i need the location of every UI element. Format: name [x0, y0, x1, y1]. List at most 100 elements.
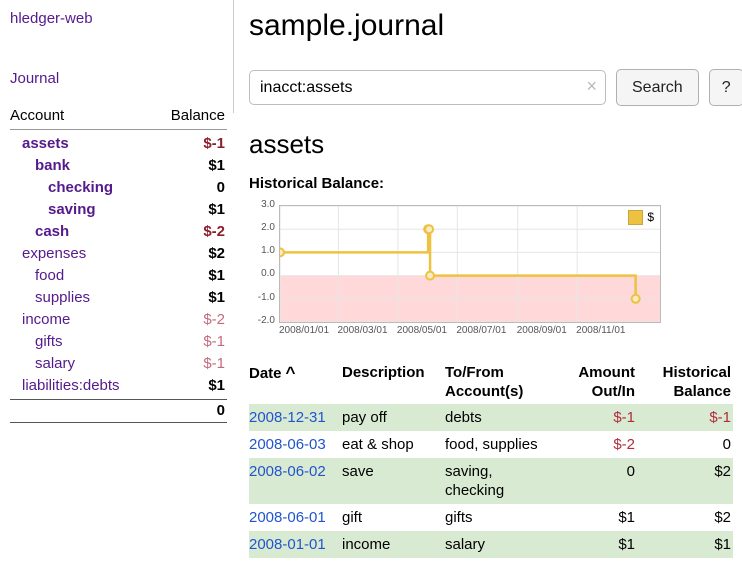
help-button[interactable]: ?: [709, 69, 742, 106]
chart-title: Historical Balance:: [249, 175, 742, 192]
x-axis-tick-label: 2008/07/01: [456, 325, 506, 336]
transaction-accounts: debts: [445, 408, 551, 427]
amount-column-header: Amount Out/In: [551, 363, 637, 401]
transaction-description: save: [342, 462, 445, 500]
account-row: income $-2: [10, 309, 227, 331]
account-link[interactable]: food: [10, 265, 64, 287]
search-box: ×: [249, 70, 606, 105]
x-axis-tick-label: 2008/09/01: [517, 325, 567, 336]
accounts-total-row: 0: [10, 399, 227, 423]
y-axis-tick-label: 3.0: [249, 200, 275, 210]
accounts-total-value: 0: [217, 400, 225, 422]
x-axis-tick-label: 2008/05/01: [397, 325, 447, 336]
account-balance: $-1: [203, 133, 227, 155]
description-column-header: Description: [342, 363, 445, 401]
account-balance: $1: [208, 375, 227, 397]
account-row: salary $-1: [10, 353, 227, 375]
transaction-date-link[interactable]: 2008-06-01: [249, 508, 342, 527]
transaction-accounts: food, supplies: [445, 435, 551, 454]
account-link[interactable]: liabilities:debts: [10, 375, 120, 397]
accounts-column-header: To/From Account(s): [445, 363, 551, 401]
account-link[interactable]: assets: [10, 133, 69, 155]
transaction-balance: $-1: [637, 408, 733, 427]
search-bar: × Search ?: [249, 69, 742, 106]
transaction-accounts: gifts: [445, 508, 551, 527]
transaction-description: gift: [342, 508, 445, 527]
account-balance: 0: [217, 177, 227, 199]
transaction-amount: 0: [551, 462, 637, 500]
y-axis-tick-label: 1.0: [249, 246, 275, 256]
account-row: assets $-1: [10, 133, 227, 155]
historical-balance-column-header: Historical Balance: [637, 363, 733, 401]
account-row: supplies $1: [10, 287, 227, 309]
chart-legend: $: [625, 209, 657, 226]
transaction-amount: $1: [551, 508, 637, 527]
account-link[interactable]: gifts: [10, 331, 63, 353]
transaction-accounts: salary: [445, 535, 551, 554]
sidebar-item-journal[interactable]: Journal: [10, 70, 227, 87]
date-column-header-label: Date: [249, 365, 282, 382]
account-link[interactable]: income: [10, 309, 70, 331]
main-content: sample.journal × Search ? assets Histori…: [233, 0, 742, 582]
account-balance: $1: [208, 287, 227, 309]
sidebar: hledger-web Journal Account Balance asse…: [0, 0, 233, 582]
transaction-balance: $1: [637, 535, 733, 554]
sort-ascending-icon: ^: [286, 363, 296, 382]
account-balance: $2: [208, 243, 227, 265]
account-balance: $-1: [203, 353, 227, 375]
register-row: 2008-06-03eat & shopfood, supplies$-20: [249, 431, 733, 458]
transaction-date-link[interactable]: 2008-01-01: [249, 535, 342, 554]
transaction-description: eat & shop: [342, 435, 445, 454]
account-balance: $1: [208, 199, 227, 221]
account-link[interactable]: supplies: [10, 287, 90, 309]
account-link[interactable]: cash: [10, 221, 69, 243]
account-balance: $-2: [203, 309, 227, 331]
legend-series-swatch: [628, 210, 643, 225]
page-title: sample.journal: [249, 8, 742, 44]
accounts-table-header: Account Balance: [10, 107, 227, 130]
balance-column-header: Balance: [171, 107, 225, 124]
x-axis-tick-label: 2008/11/01: [576, 325, 625, 336]
x-axis-tick-label: 2008/03/01: [337, 325, 387, 336]
transaction-date-link[interactable]: 2008-06-02: [249, 462, 342, 500]
chart-svg: [280, 206, 660, 322]
account-row: expenses $2: [10, 243, 227, 265]
y-axis-tick-label: 0.0: [249, 269, 275, 279]
account-link[interactable]: salary: [10, 353, 75, 375]
register-row: 2008-01-01incomesalary$1$1: [249, 531, 733, 558]
transaction-date-link[interactable]: 2008-12-31: [249, 408, 342, 427]
chart-plot-area: [279, 205, 661, 323]
transaction-balance: 0: [637, 435, 733, 454]
account-balance: $-1: [203, 331, 227, 353]
historical-balance-chart: $ 3.02.01.00.0-1.0-2.02008/01/012008/03/…: [249, 199, 665, 341]
accounts-table-body: assets $-1 bank $1 checking 0 saving $1 cash $-2 e…: [10, 130, 227, 397]
account-row: food $1: [10, 265, 227, 287]
legend-series-label: $: [647, 210, 654, 224]
date-column-header[interactable]: Date^: [249, 363, 342, 401]
account-balance: $1: [208, 155, 227, 177]
accounts-table: Account Balance assets $-1 bank $1 checking 0…: [10, 107, 227, 423]
transaction-accounts: saving, checking: [445, 462, 551, 500]
account-row: saving $1: [10, 199, 227, 221]
account-link[interactable]: checking: [10, 177, 113, 199]
account-link[interactable]: bank: [10, 155, 70, 177]
app-title-link[interactable]: hledger-web: [10, 10, 227, 27]
account-heading: assets: [249, 130, 742, 160]
clear-search-icon[interactable]: ×: [586, 76, 597, 97]
account-row: bank $1: [10, 155, 227, 177]
transaction-balance: $2: [637, 508, 733, 527]
account-link[interactable]: saving: [10, 199, 96, 221]
register-body: 2008-12-31pay offdebts$-1$-12008-06-03ea…: [249, 404, 733, 558]
transaction-date-link[interactable]: 2008-06-03: [249, 435, 342, 454]
transaction-amount: $1: [551, 535, 637, 554]
search-input[interactable]: [249, 70, 606, 105]
transaction-amount: $-1: [551, 408, 637, 427]
account-balance: $1: [208, 265, 227, 287]
account-row: liabilities:debts $1: [10, 375, 227, 397]
register-header-row: Date^ Description To/From Account(s) Amo…: [249, 363, 733, 404]
search-button[interactable]: Search: [616, 69, 699, 106]
register-row: 2008-12-31pay offdebts$-1$-1: [249, 404, 733, 431]
transaction-description: pay off: [342, 408, 445, 427]
hledger-web-app: hledger-web Journal Account Balance asse…: [0, 0, 742, 582]
account-link[interactable]: expenses: [10, 243, 86, 265]
